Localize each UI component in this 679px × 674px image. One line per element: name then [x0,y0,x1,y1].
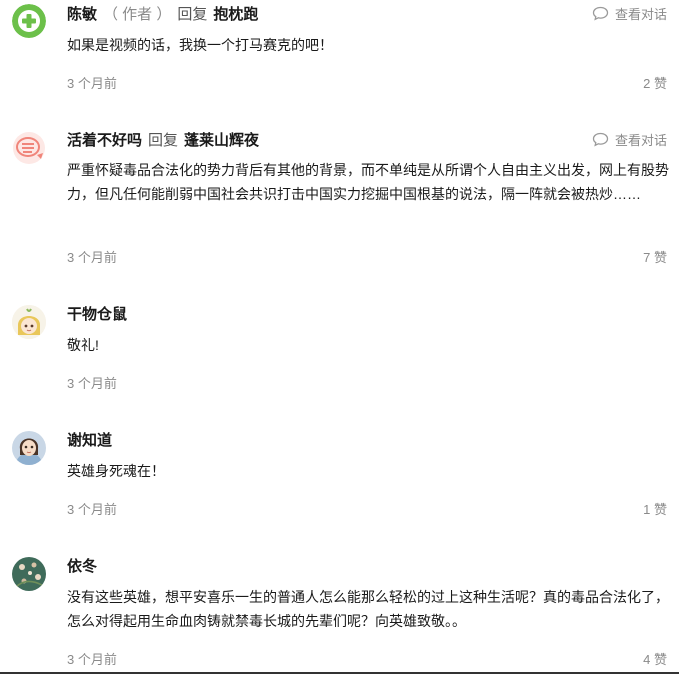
author-name[interactable]: 陈敏 [67,3,97,24]
comment-item: 陈敏 （ 作者 ） 回复 抱枕跑 查看对话 如果是视频的话，我换一个打马赛克的吧… [0,0,679,100]
comment-meta: 3 个月前 7 赞 [67,247,667,266]
reply-target[interactable]: 抱枕跑 [213,3,258,24]
comment-item: 谢知道 英雄身死魂在！ 3 个月前 1 赞 [0,426,679,521]
author-name[interactable]: 依冬 [67,555,97,576]
timestamp: 3 个月前 [67,502,117,517]
comment-text: 严重怀疑毒品合法化的势力背后有其他的背景，而不单纯是从所谓个人自由主义出发，网上… [67,162,669,202]
chat-bubble-icon [592,132,609,147]
comment-meta: 3 个月前 2 赞 [67,73,667,92]
comment-item: 干物仓鼠 敬礼! 3 个月前 [0,300,679,395]
comment-header: 陈敏 （ 作者 ） 回复 抱枕跑 [67,0,258,26]
comment-header: 谢知道 [67,426,112,452]
reply-target[interactable]: 蓬莱山辉夜 [184,129,259,150]
avatar[interactable] [12,4,46,38]
reply-word: 回复 [148,131,179,149]
view-conversation-label: 查看对话 [614,7,667,22]
avatar[interactable] [12,305,46,339]
comment-text: 英雄身死魂在！ [67,463,165,479]
comment-meta: 3 个月前 4 赞 [67,649,667,668]
portrait-avatar-icon [12,431,46,465]
view-conversation-link[interactable]: 查看对话 [592,4,667,23]
anime-girl-avatar-icon [12,305,46,339]
timestamp: 3 个月前 [67,652,117,667]
timestamp: 3 个月前 [67,250,117,265]
floral-avatar-icon [12,557,46,591]
author-name[interactable]: 活着不好吗 [67,129,142,150]
chat-bubble-icon [592,6,609,21]
author-tag: （ 作者 ） [103,5,172,23]
comment-text: 敬礼! [67,337,99,353]
red-fish-avatar-icon [13,132,45,164]
timestamp: 3 个月前 [67,376,117,391]
reply-word: 回复 [177,5,208,23]
comment-header: 干物仓鼠 [67,300,127,326]
like-count[interactable]: 7 赞 [643,247,667,266]
comment-list: 陈敏 （ 作者 ） 回复 抱枕跑 查看对话 如果是视频的话，我换一个打马赛克的吧… [0,0,679,674]
comment-item: 活着不好吗 回复 蓬莱山辉夜 查看对话 严重怀疑毒品合法化的势力背后有其他的背景… [0,126,679,276]
comment-text: 没有这些英雄，想平安喜乐一生的普通人怎么能那么轻松的过上这种生活呢？真的毒品合法… [67,589,669,629]
avatar[interactable] [12,131,46,165]
author-name[interactable]: 谢知道 [67,429,112,450]
avatar[interactable] [12,557,46,591]
comment-item: 依冬 没有这些英雄，想平安喜乐一生的普通人怎么能那么轻松的过上这种生活呢？真的毒… [0,552,679,672]
comment-text: 如果是视频的话，我换一个打马赛克的吧！ [67,37,333,53]
like-count[interactable]: 2 赞 [643,73,667,92]
green-plus-avatar-icon [12,4,46,38]
avatar[interactable] [12,431,46,465]
comment-meta: 3 个月前 [67,373,667,392]
timestamp: 3 个月前 [67,76,117,91]
like-count[interactable]: 4 赞 [643,649,667,668]
comment-meta: 3 个月前 1 赞 [67,499,667,518]
like-count[interactable]: 1 赞 [643,499,667,518]
author-name[interactable]: 干物仓鼠 [67,303,127,324]
view-conversation-label: 查看对话 [614,133,667,148]
comment-header: 活着不好吗 回复 蓬莱山辉夜 [67,126,259,152]
comment-header: 依冬 [67,552,97,578]
view-conversation-link[interactable]: 查看对话 [592,130,667,149]
